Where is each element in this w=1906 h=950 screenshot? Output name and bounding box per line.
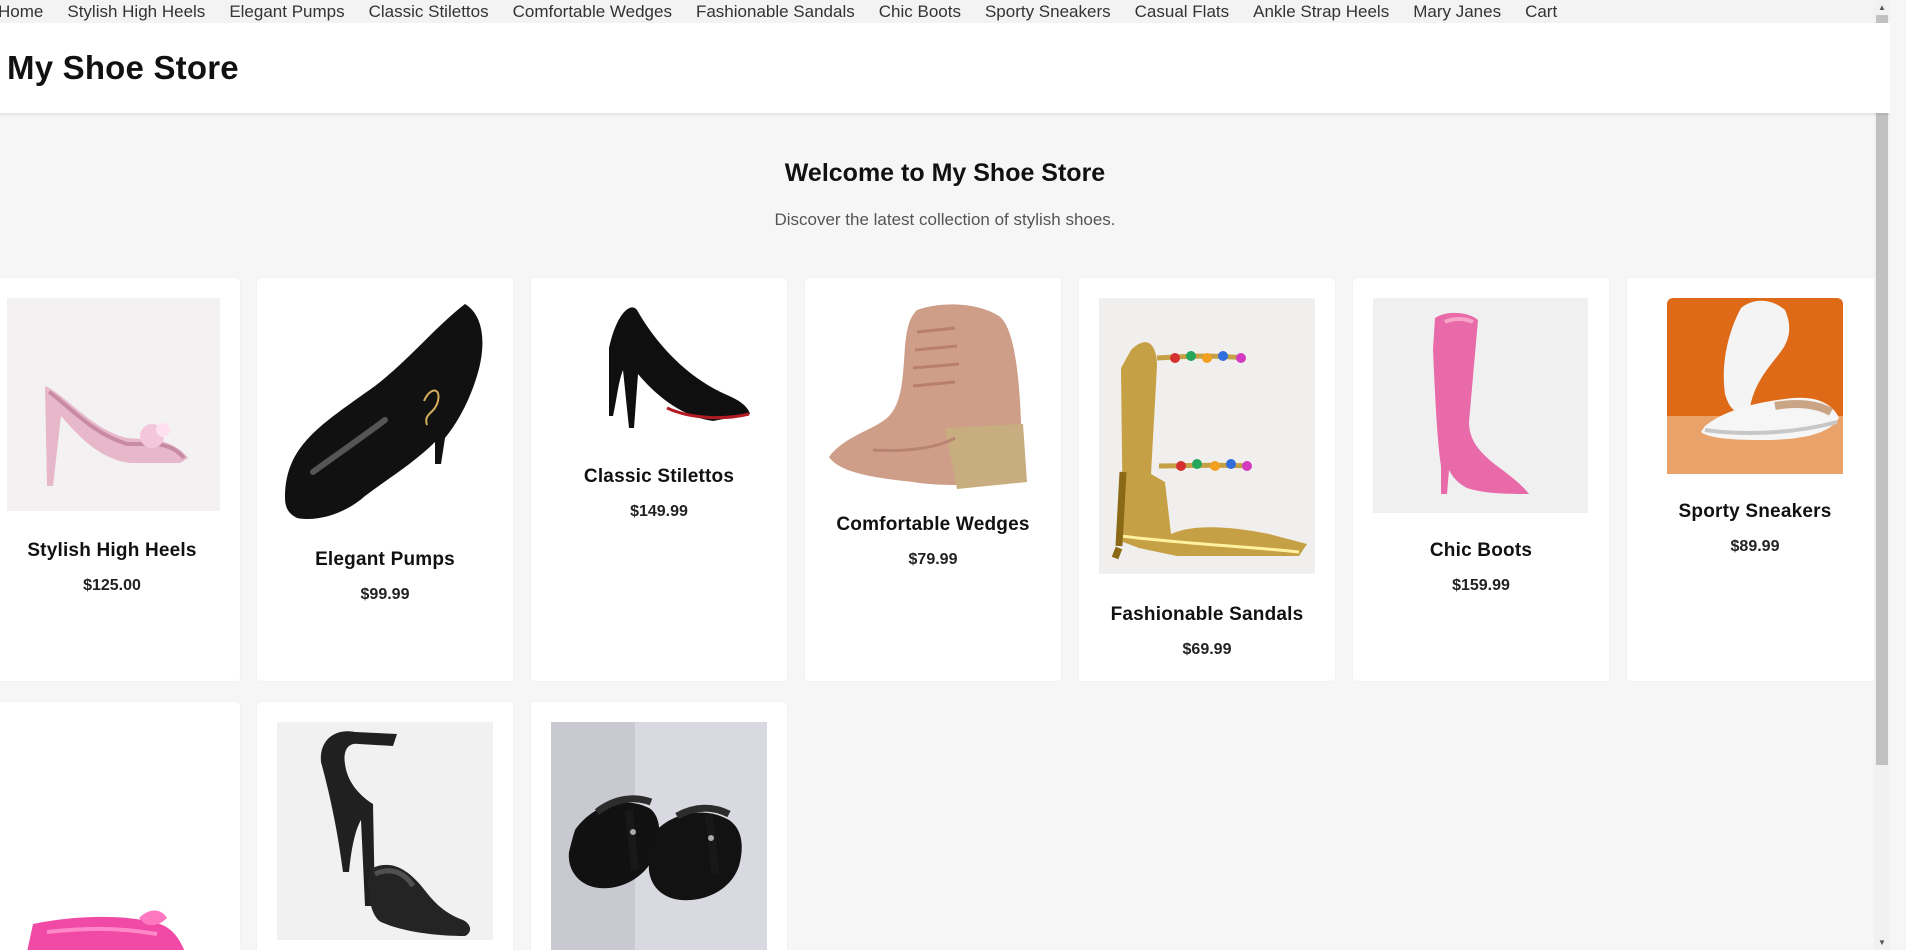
pink-flat-image[interactable] <box>7 852 220 950</box>
product-name[interactable]: Fashionable Sandals <box>1079 604 1335 626</box>
product-price: $125.00 <box>83 577 141 594</box>
nav-home[interactable]: Home <box>0 2 43 22</box>
product-card-sporty-sneakers[interactable]: Sporty Sneakers $89.99 <box>1627 278 1883 681</box>
vertical-scrollbar[interactable]: ▲ ▼ <box>1874 0 1890 950</box>
product-price: $89.99 <box>1730 538 1780 555</box>
black-ankle-strap-heel-image[interactable] <box>277 722 493 940</box>
nav-classic-stilettos[interactable]: Classic Stilettos <box>369 2 489 22</box>
product-price: $99.99 <box>360 586 410 603</box>
product-card-stylish-high-heels[interactable]: Stylish High Heels $125.00 <box>0 278 240 681</box>
black-stiletto-image[interactable] <box>551 298 767 438</box>
product-card-fashionable-sandals[interactable]: Fashionable Sandals $69.99 <box>1079 278 1335 681</box>
nav-sporty-sneakers[interactable]: Sporty Sneakers <box>985 2 1111 22</box>
site-title: My Shoe Store <box>7 49 239 86</box>
nav-cart[interactable]: Cart <box>1525 2 1557 22</box>
product-name[interactable]: Stylish High Heels <box>0 540 240 562</box>
black-patent-pump-image[interactable] <box>277 298 493 522</box>
product-name[interactable]: Comfortable Wedges <box>805 514 1061 536</box>
product-card-chic-boots[interactable]: Chic Boots $159.99 <box>1353 278 1609 681</box>
black-mary-janes-image[interactable] <box>551 722 767 950</box>
gold-jeweled-sandal-image[interactable] <box>1099 298 1315 574</box>
scroll-down-icon[interactable]: ▼ <box>1874 935 1890 950</box>
nav-ankle-strap-heels[interactable]: Ankle Strap Heels <box>1253 2 1389 22</box>
product-card-pink-flat[interactable] <box>0 702 240 950</box>
white-sneaker-image[interactable] <box>1667 298 1843 474</box>
welcome-section: Welcome to My Shoe Store Discover the la… <box>0 113 1890 278</box>
nav-fashionable-sandals[interactable]: Fashionable Sandals <box>696 2 855 22</box>
scrollbar-thumb[interactable] <box>1876 15 1888 765</box>
welcome-subtitle: Discover the latest collection of stylis… <box>774 210 1116 229</box>
product-price: $149.99 <box>630 503 688 520</box>
product-name[interactable]: Sporty Sneakers <box>1627 501 1883 523</box>
nav-casual-flats[interactable]: Casual Flats <box>1135 2 1229 22</box>
product-price: $69.99 <box>1182 641 1232 658</box>
product-card-ankle-strap-heel[interactable] <box>257 702 513 950</box>
nav-chic-boots[interactable]: Chic Boots <box>879 2 961 22</box>
shoe-store-page: Home Stylish High Heels Elegant Pumps Cl… <box>0 0 1890 950</box>
product-card-elegant-pumps[interactable]: Elegant Pumps $99.99 <box>257 278 513 681</box>
scroll-up-icon[interactable]: ▲ <box>1874 0 1890 15</box>
nav-elegant-pumps[interactable]: Elegant Pumps <box>229 2 344 22</box>
product-name[interactable]: Elegant Pumps <box>257 549 513 571</box>
product-price: $159.99 <box>1452 577 1510 594</box>
tan-wedge-bootie-image[interactable] <box>825 298 1041 492</box>
pink-knee-boot-image[interactable] <box>1373 298 1588 513</box>
product-name[interactable]: Classic Stilettos <box>531 466 787 488</box>
top-navigation: Home Stylish High Heels Elegant Pumps Cl… <box>0 0 1890 23</box>
nav-mary-janes[interactable]: Mary Janes <box>1413 2 1501 22</box>
product-card-comfortable-wedges[interactable]: Comfortable Wedges $79.99 <box>805 278 1061 681</box>
product-price: $79.99 <box>908 551 958 568</box>
product-card-mary-janes[interactable] <box>531 702 787 950</box>
welcome-title: Welcome to My Shoe Store <box>784 159 1106 187</box>
product-name[interactable]: Chic Boots <box>1353 540 1609 562</box>
site-header: My Shoe Store <box>0 23 1890 113</box>
pink-glitter-heel-image[interactable] <box>7 298 220 511</box>
nav-comfortable-wedges[interactable]: Comfortable Wedges <box>513 2 672 22</box>
nav-stylish-high-heels[interactable]: Stylish High Heels <box>67 2 205 22</box>
product-card-classic-stilettos[interactable]: Classic Stilettos $149.99 <box>531 278 787 681</box>
